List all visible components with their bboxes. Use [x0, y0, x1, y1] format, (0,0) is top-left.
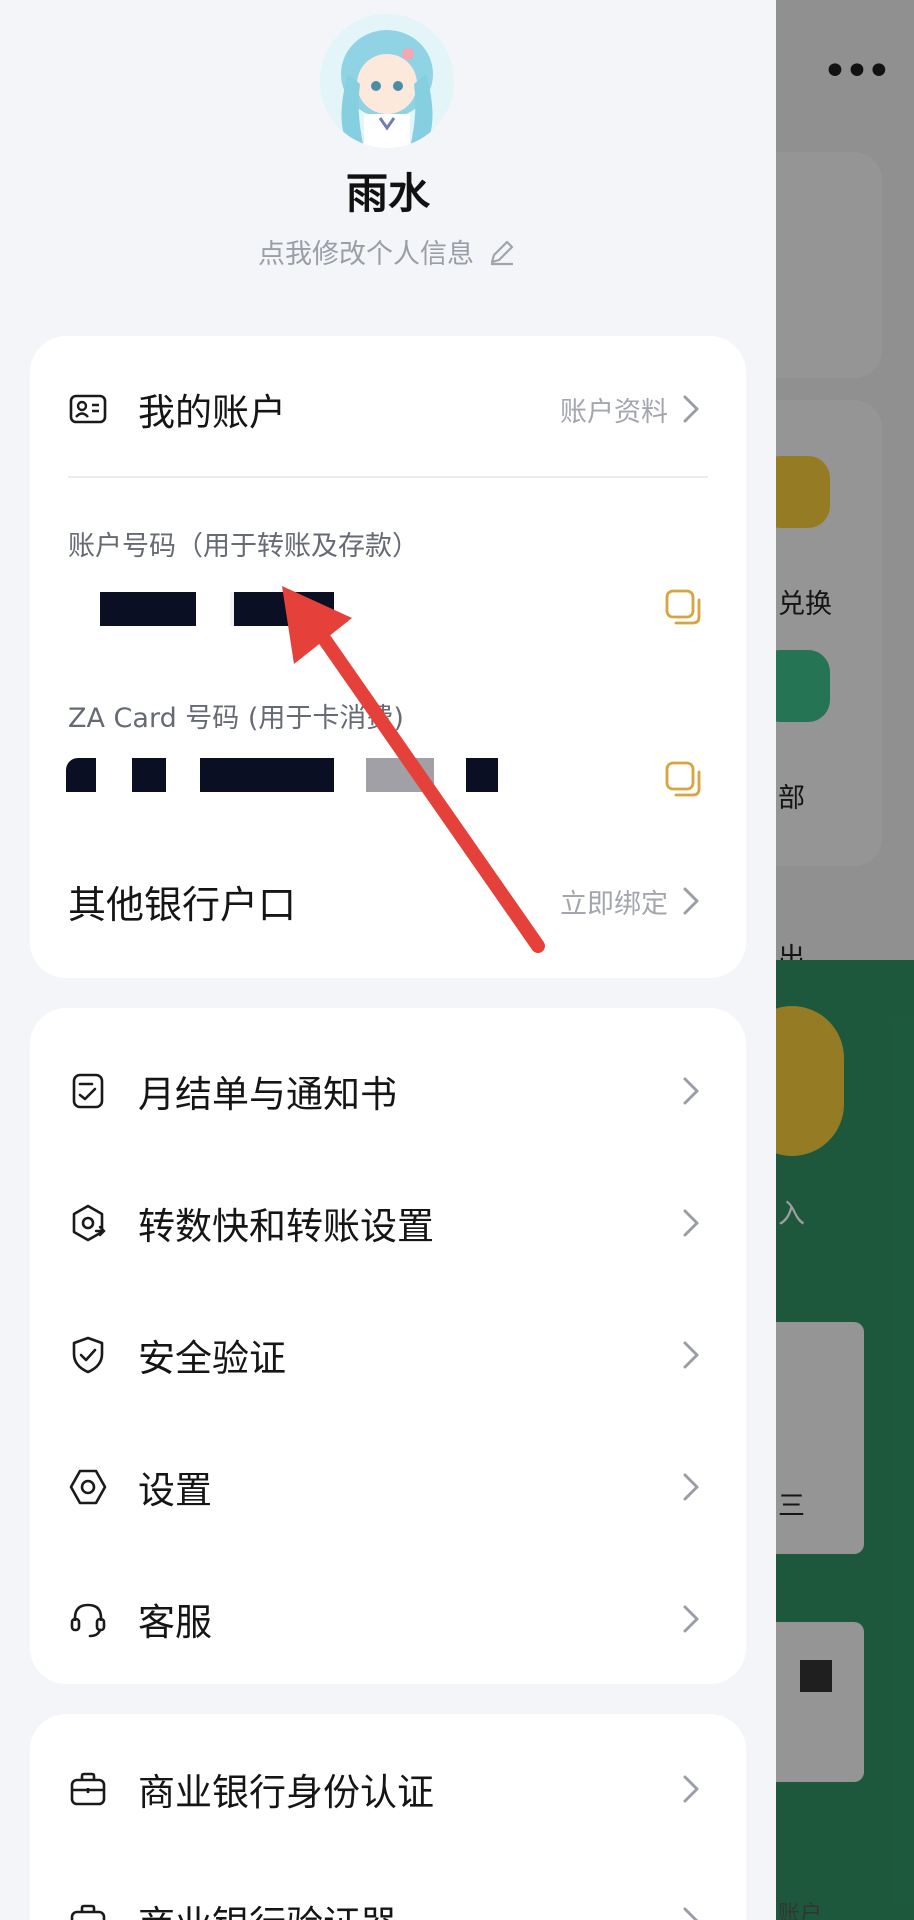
copy-account-number-icon[interactable] [664, 588, 702, 626]
chevron-right-icon [683, 1209, 699, 1237]
account-number-label: 账户号码（用于转账及存款） [68, 531, 419, 562]
chevron-right-icon [683, 1341, 699, 1369]
edit-profile-link[interactable]: 点我修改个人信息 [0, 232, 776, 271]
menu-item-business-id[interactable]: 商业银行身份认证 [30, 1764, 746, 1814]
avatar-image [320, 14, 454, 148]
copy-za-card-number-icon[interactable] [664, 760, 702, 798]
menu-item-label: 转数快和转账设置 [138, 1205, 434, 1248]
briefcase-icon [70, 1904, 106, 1920]
menu-item-customer-service[interactable]: 客服 [30, 1594, 746, 1644]
avatar[interactable] [320, 14, 454, 148]
id-card-icon [69, 394, 107, 424]
chevron-right-icon [683, 1907, 699, 1920]
za-card-label: ZA Card 号码 (用于卡消费) [68, 703, 404, 734]
settings-hexagon-icon [69, 1469, 107, 1505]
my-account-row[interactable]: 我的账户 账户资料 [30, 384, 746, 434]
menu-item-statements[interactable]: 月结单与通知书 [30, 1066, 746, 1116]
edit-profile-label: 点我修改个人信息 [258, 239, 474, 270]
settings-menu-card: 月结单与通知书 转数快和转账设置 安全验证 设置 客服 [30, 1008, 746, 1684]
my-account-label: 我的账户 [138, 391, 286, 434]
menu-item-label: 商业银行身份认证 [138, 1771, 434, 1814]
chevron-right-icon [683, 1775, 699, 1803]
menu-item-security[interactable]: 安全验证 [30, 1330, 746, 1380]
menu-item-label: 安全验证 [138, 1337, 286, 1380]
menu-item-label: 设置 [138, 1469, 212, 1512]
transfer-settings-icon [72, 1204, 106, 1242]
bind-now-hint: 立即绑定 [560, 888, 668, 920]
chevron-right-icon [683, 887, 699, 915]
account-card: 我的账户 账户资料 账户号码（用于转账及存款） ZA Card 号码 (用于卡消… [30, 336, 746, 978]
chevron-right-icon [683, 1473, 699, 1501]
business-banking-card: 商业银行身份认证 商业银行验证器 [30, 1714, 746, 1920]
chevron-right-icon [683, 395, 699, 423]
menu-item-business-authenticator[interactable]: 商业银行验证器 [30, 1896, 746, 1920]
headset-icon [70, 1603, 106, 1638]
pencil-icon [490, 240, 514, 265]
user-name: 雨水 [345, 169, 430, 218]
menu-item-transfer-settings[interactable]: 转数快和转账设置 [30, 1198, 746, 1248]
divider [68, 476, 708, 478]
menu-item-label: 月结单与通知书 [138, 1073, 397, 1116]
menu-item-label: 客服 [138, 1601, 212, 1644]
menu-item-label: 商业银行验证器 [138, 1894, 397, 1920]
shield-check-icon [72, 1336, 104, 1374]
other-banks-row[interactable]: 其他银行户口 立即绑定 [30, 876, 746, 927]
statement-icon [72, 1073, 104, 1109]
account-profile-hint: 账户资料 [560, 396, 668, 428]
chevron-right-icon [683, 1077, 699, 1105]
other-banks-label: 其他银行户口 [68, 882, 297, 927]
profile-drawer: 雨水 点我修改个人信息 我的账户 账户资料 账户号码（用于转账及存款） ZA C… [0, 0, 776, 1920]
chevron-right-icon [683, 1605, 699, 1633]
briefcase-icon [70, 1772, 106, 1806]
menu-item-settings[interactable]: 设置 [30, 1462, 746, 1512]
